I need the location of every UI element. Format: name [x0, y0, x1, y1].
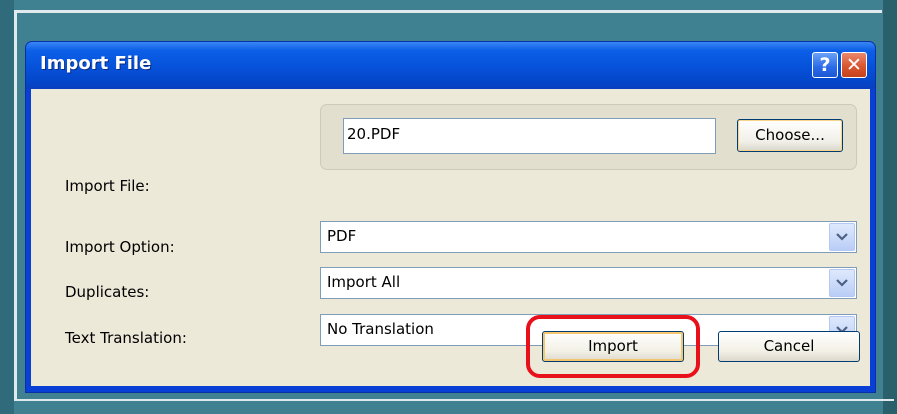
duplicates-value: Import All	[327, 273, 401, 291]
file-picker-group: 20.PDF Choose...	[320, 104, 857, 170]
close-button[interactable]: ✕	[841, 52, 867, 78]
frame-left-edge	[0, 0, 14, 414]
duplicates-select[interactable]: Import All	[320, 267, 857, 299]
frame-bottom-line	[14, 399, 894, 401]
frame-right-edge	[883, 0, 897, 414]
import-file-dialog: Import File ? ✕ Import File: 20.PDF Choo…	[25, 41, 876, 393]
choose-button[interactable]: Choose...	[737, 119, 843, 152]
dialog-titlebar[interactable]: Import File ? ✕	[26, 42, 875, 89]
frame-top-line	[14, 10, 882, 13]
duplicates-label: Duplicates:	[65, 283, 150, 301]
help-button[interactable]: ?	[812, 52, 838, 78]
import-option-select[interactable]: PDF	[320, 221, 857, 253]
dialog-title: Import File	[40, 53, 152, 74]
import-option-label: Import Option:	[65, 238, 175, 256]
import-option-value: PDF	[327, 227, 357, 245]
duplicates-dropdown-button[interactable]	[829, 269, 855, 297]
import-file-field[interactable]: 20.PDF	[343, 118, 716, 154]
cancel-button[interactable]: Cancel	[718, 331, 860, 362]
frame-left-line	[14, 10, 17, 400]
import-option-dropdown-button[interactable]	[829, 223, 855, 251]
import-button[interactable]: Import	[542, 331, 684, 362]
text-translation-label: Text Translation:	[65, 329, 187, 347]
import-file-label: Import File:	[65, 177, 150, 195]
text-translation-value: No Translation	[327, 320, 434, 338]
chevron-down-icon	[836, 279, 848, 287]
chevron-down-icon	[836, 233, 848, 241]
close-icon: ✕	[846, 54, 862, 76]
help-icon: ?	[819, 54, 831, 76]
